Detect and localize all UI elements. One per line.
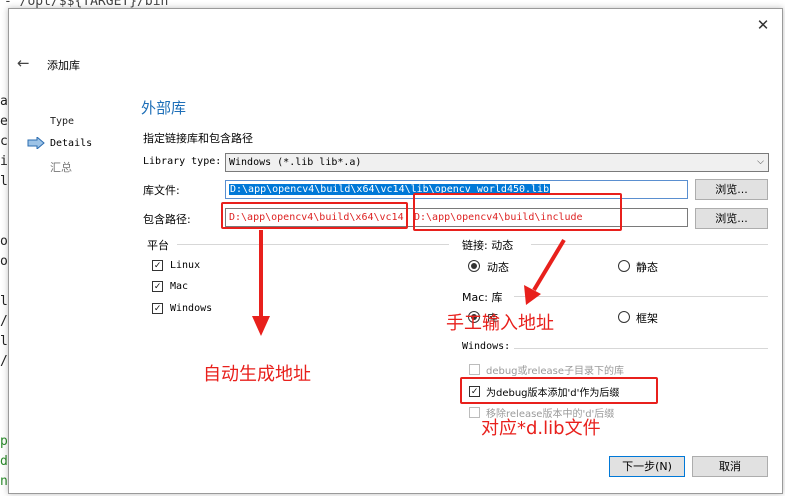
manual-address-note: 手工输入地址: [446, 313, 554, 334]
down-arrow-icon: [252, 230, 270, 336]
annotation-arrows: [252, 230, 566, 336]
dlib-file-note: 对应*d.lib文件: [481, 418, 601, 439]
auto-address-note: 自动生成地址: [203, 364, 311, 385]
diagonal-arrow-icon: [524, 238, 566, 305]
